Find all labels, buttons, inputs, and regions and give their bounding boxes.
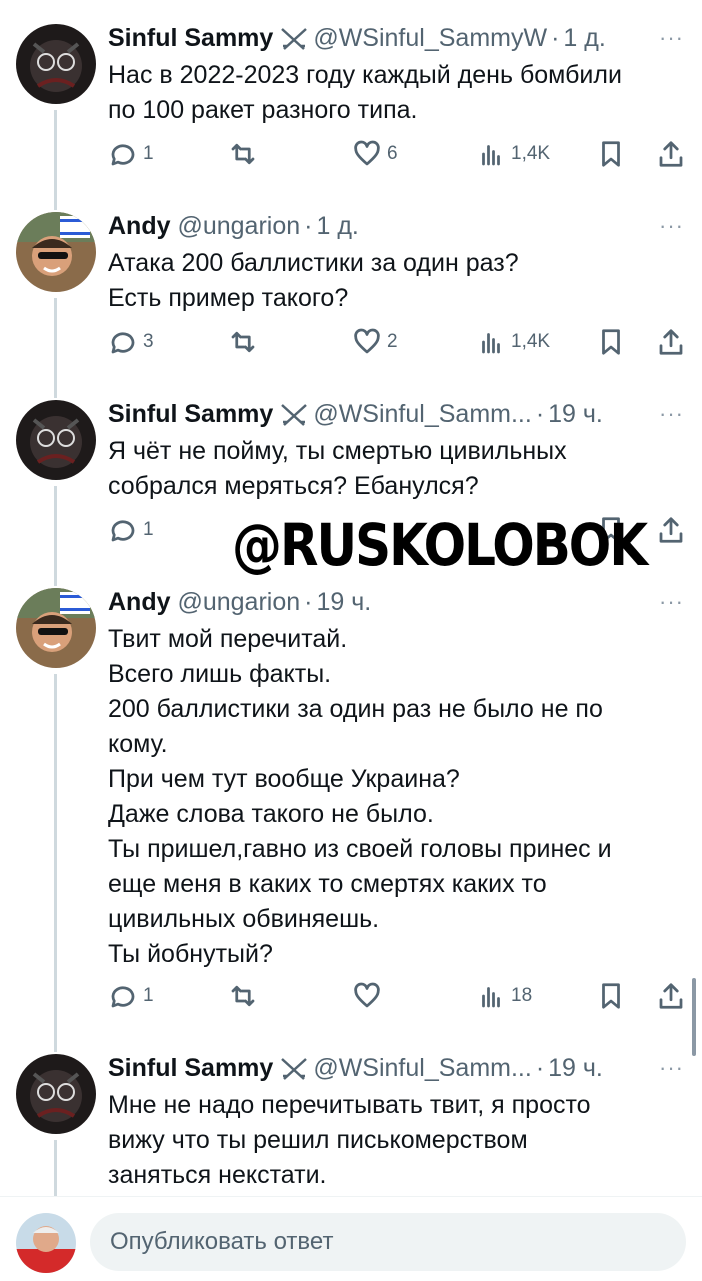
share-button[interactable] xyxy=(656,322,686,362)
author-handle[interactable]: @WSinful_Samm... xyxy=(313,1054,531,1082)
avatar-sinful-sammy[interactable] xyxy=(16,1054,96,1134)
retweet-button[interactable] xyxy=(228,322,258,362)
retweet-icon xyxy=(231,985,255,1007)
tweet-time[interactable]: 19 ч. xyxy=(548,1054,603,1082)
heart-icon xyxy=(354,140,380,166)
retweet-icon xyxy=(231,143,255,165)
author-name[interactable]: Andy xyxy=(108,212,171,240)
views-button[interactable]: 1,4K xyxy=(476,134,550,174)
views-icon xyxy=(482,333,500,354)
author-handle[interactable]: @WSinful_SammyW xyxy=(313,24,547,52)
like-button[interactable]: 6 xyxy=(352,134,398,174)
tweet-time[interactable]: 19 ч. xyxy=(548,400,603,428)
tweet[interactable]: Andy @ungarion · 19 ч. ··· Твит мой перечи… xyxy=(0,566,702,1036)
author-name[interactable]: Sinful Sammy xyxy=(108,24,273,52)
share-icon xyxy=(659,141,683,167)
share-button[interactable] xyxy=(656,976,686,1016)
tweet[interactable]: Sinful Sammy @WSinful_SammyW · 1 д. ··· Нас… xyxy=(0,0,702,190)
more-options-icon[interactable]: ··· xyxy=(659,1050,684,1086)
share-icon xyxy=(659,517,683,543)
crossed-swords-icon xyxy=(281,1058,308,1081)
avatar-andy[interactable] xyxy=(16,588,96,668)
thread-line xyxy=(54,378,57,398)
author-name[interactable]: Sinful Sammy xyxy=(108,1054,273,1082)
author-handle[interactable]: @ungarion xyxy=(177,588,300,616)
bookmark-button[interactable] xyxy=(596,976,626,1016)
crossed-swords-icon xyxy=(281,404,308,427)
author-handle[interactable]: @ungarion xyxy=(177,212,300,240)
reply-button[interactable]: 1 xyxy=(108,976,154,1016)
share-icon xyxy=(659,983,683,1009)
scrollbar[interactable] xyxy=(692,978,696,1056)
views-icon xyxy=(482,987,500,1008)
like-button[interactable]: 2 xyxy=(352,322,398,362)
author-handle[interactable]: @WSinful_Samm... xyxy=(313,400,531,428)
separator-dot: · xyxy=(535,1054,545,1082)
views-icon xyxy=(482,145,500,166)
reply-button[interactable]: 3 xyxy=(108,322,154,362)
avatar-sinful-sammy[interactable] xyxy=(16,400,96,480)
tweet-time[interactable]: 1 д. xyxy=(563,24,605,52)
separator-dot: · xyxy=(535,400,545,428)
tweet-text: Мне не надо перечитывать твит, я просто в… xyxy=(108,1091,591,1189)
tweet-text: Нас в 2022-2023 году каждый день бомбили… xyxy=(108,61,622,124)
thread-line xyxy=(54,566,57,586)
thread-line xyxy=(54,190,57,210)
bookmark-icon xyxy=(602,141,620,167)
retweet-button[interactable] xyxy=(228,976,258,1016)
bookmark-icon xyxy=(602,329,620,355)
reply-icon xyxy=(111,520,135,542)
reply-icon xyxy=(111,144,135,166)
share-icon xyxy=(659,329,683,355)
author-name[interactable]: Andy xyxy=(108,588,171,616)
tweet-text: Твит мой перечитай. Всего лишь факты. 200 … xyxy=(108,625,612,968)
share-button[interactable] xyxy=(656,510,686,550)
reply-button[interactable]: 1 xyxy=(108,510,154,550)
avatar-andy[interactable] xyxy=(16,212,96,292)
tweet-text: Атака 200 баллистики за один раз? Есть пр… xyxy=(108,249,519,312)
bookmark-icon xyxy=(602,983,620,1009)
reply-composer: Опубликовать ответ xyxy=(0,1196,702,1281)
heart-icon xyxy=(354,982,380,1008)
share-button[interactable] xyxy=(656,134,686,174)
views-button[interactable]: 18 xyxy=(476,976,532,1016)
tweet[interactable]: Sinful Sammy @WSinful_Samm... · 19 ч. ··· М… xyxy=(0,1036,702,1196)
retweet-icon xyxy=(231,331,255,353)
reply-input[interactable]: Опубликовать ответ xyxy=(90,1213,686,1271)
bookmark-button[interactable] xyxy=(596,134,626,174)
separator-dot: · xyxy=(551,24,560,52)
thread-line xyxy=(54,1036,57,1052)
tweet[interactable]: Andy @ungarion · 1 д. ··· Атака 200 баллис… xyxy=(0,190,702,378)
author-name[interactable]: Sinful Sammy xyxy=(108,400,273,428)
avatar-sinful-sammy[interactable] xyxy=(16,24,96,104)
more-options-icon[interactable]: ··· xyxy=(659,208,684,244)
heart-icon xyxy=(354,328,380,354)
reply-icon xyxy=(111,986,135,1008)
current-user-avatar[interactable] xyxy=(16,1213,76,1273)
separator-dot: · xyxy=(304,212,313,240)
more-options-icon[interactable]: ··· xyxy=(659,396,684,432)
like-button[interactable] xyxy=(352,976,382,1016)
bookmark-button[interactable] xyxy=(596,322,626,362)
retweet-button[interactable] xyxy=(228,134,258,174)
separator-dot: · xyxy=(304,588,313,616)
more-options-icon[interactable]: ··· xyxy=(659,20,684,56)
tweet-time[interactable]: 1 д. xyxy=(316,212,358,240)
views-button[interactable]: 1,4K xyxy=(476,322,550,362)
thread-line xyxy=(54,1140,57,1196)
reply-button[interactable]: 1 xyxy=(108,134,154,174)
tweet-time[interactable]: 19 ч. xyxy=(316,588,371,616)
tweet-text: Я чёт не пойму, ты смертью цивильных собр… xyxy=(108,437,567,500)
crossed-swords-icon xyxy=(281,28,308,51)
more-options-icon[interactable]: ··· xyxy=(659,584,684,620)
reply-icon xyxy=(111,332,135,354)
